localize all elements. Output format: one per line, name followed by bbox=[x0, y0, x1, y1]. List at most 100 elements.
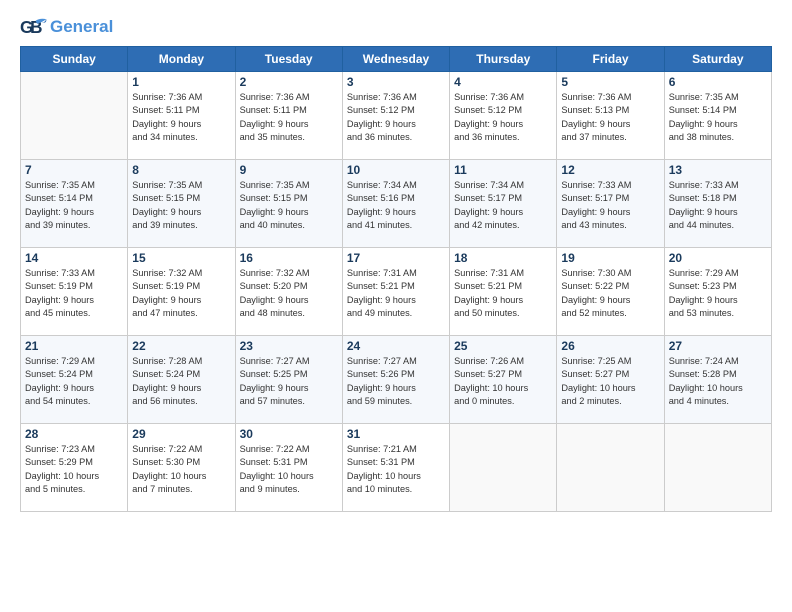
day-info: Sunrise: 7:23 AM Sunset: 5:29 PM Dayligh… bbox=[25, 443, 123, 496]
day-number: 14 bbox=[25, 251, 123, 265]
day-info: Sunrise: 7:32 AM Sunset: 5:20 PM Dayligh… bbox=[240, 267, 338, 320]
calendar-day-cell: 21Sunrise: 7:29 AM Sunset: 5:24 PM Dayli… bbox=[21, 336, 128, 424]
calendar-day-cell bbox=[557, 424, 664, 512]
day-number: 8 bbox=[132, 163, 230, 177]
weekday-header: Friday bbox=[557, 47, 664, 72]
day-number: 23 bbox=[240, 339, 338, 353]
calendar-week: 1 Sunrise: 7:36 AM Sunset: 5:11 PM Daylig… bbox=[21, 72, 772, 160]
day-info: Sunrise: 7:29 AM Sunset: 5:24 PM Dayligh… bbox=[25, 355, 123, 408]
header: G B General bbox=[20, 16, 772, 38]
calendar-day-cell: 23Sunrise: 7:27 AM Sunset: 5:25 PM Dayli… bbox=[235, 336, 342, 424]
day-info: Sunrise: 7:35 AM Sunset: 5:15 PM Dayligh… bbox=[240, 179, 338, 232]
day-number: 29 bbox=[132, 427, 230, 441]
day-info: Sunrise: 7:25 AM Sunset: 5:27 PM Dayligh… bbox=[561, 355, 659, 408]
calendar-day-cell: 8 Sunrise: 7:35 AM Sunset: 5:15 PM Daylig… bbox=[128, 160, 235, 248]
day-info: Sunrise: 7:29 AM Sunset: 5:23 PM Dayligh… bbox=[669, 267, 767, 320]
day-info: Sunrise: 7:21 AM Sunset: 5:31 PM Dayligh… bbox=[347, 443, 445, 496]
calendar-day-cell: 16 Sunrise: 7:32 AM Sunset: 5:20 PM Dayli… bbox=[235, 248, 342, 336]
day-number: 7 bbox=[25, 163, 123, 177]
day-info: Sunrise: 7:33 AM Sunset: 5:19 PM Dayligh… bbox=[25, 267, 123, 320]
day-number: 11 bbox=[454, 163, 552, 177]
day-info: Sunrise: 7:33 AM Sunset: 5:17 PM Dayligh… bbox=[561, 179, 659, 232]
day-info: Sunrise: 7:30 AM Sunset: 5:22 PM Dayligh… bbox=[561, 267, 659, 320]
calendar-week: 21Sunrise: 7:29 AM Sunset: 5:24 PM Dayli… bbox=[21, 336, 772, 424]
weekday-header: Sunday bbox=[21, 47, 128, 72]
calendar-day-cell: 1 Sunrise: 7:36 AM Sunset: 5:11 PM Daylig… bbox=[128, 72, 235, 160]
day-info: Sunrise: 7:36 AM Sunset: 5:12 PM Dayligh… bbox=[454, 91, 552, 144]
weekday-header: Monday bbox=[128, 47, 235, 72]
calendar-day-cell: 29 Sunrise: 7:22 AM Sunset: 5:30 PM Dayli… bbox=[128, 424, 235, 512]
day-number: 9 bbox=[240, 163, 338, 177]
calendar-day-cell: 10 Sunrise: 7:34 AM Sunset: 5:16 PM Dayli… bbox=[342, 160, 449, 248]
day-info: Sunrise: 7:36 AM Sunset: 5:12 PM Dayligh… bbox=[347, 91, 445, 144]
day-number: 25 bbox=[454, 339, 552, 353]
day-number: 27 bbox=[669, 339, 767, 353]
day-number: 28 bbox=[25, 427, 123, 441]
calendar-day-cell: 3 Sunrise: 7:36 AM Sunset: 5:12 PM Daylig… bbox=[342, 72, 449, 160]
day-number: 3 bbox=[347, 75, 445, 89]
calendar-day-cell: 30 Sunrise: 7:22 AM Sunset: 5:31 PM Dayli… bbox=[235, 424, 342, 512]
calendar-day-cell: 22 Sunrise: 7:28 AM Sunset: 5:24 PM Dayli… bbox=[128, 336, 235, 424]
day-number: 30 bbox=[240, 427, 338, 441]
calendar-day-cell: 31 Sunrise: 7:21 AM Sunset: 5:31 PM Dayli… bbox=[342, 424, 449, 512]
weekday-header: Saturday bbox=[664, 47, 771, 72]
day-number: 10 bbox=[347, 163, 445, 177]
logo: G B General bbox=[20, 16, 113, 38]
calendar-header: SundayMondayTuesdayWednesdayThursdayFrid… bbox=[21, 47, 772, 72]
day-info: Sunrise: 7:28 AM Sunset: 5:24 PM Dayligh… bbox=[132, 355, 230, 408]
day-info: Sunrise: 7:36 AM Sunset: 5:11 PM Dayligh… bbox=[240, 91, 338, 144]
calendar-body: 1 Sunrise: 7:36 AM Sunset: 5:11 PM Daylig… bbox=[21, 72, 772, 512]
weekday-header: Thursday bbox=[450, 47, 557, 72]
calendar-day-cell: 17 Sunrise: 7:31 AM Sunset: 5:21 PM Dayli… bbox=[342, 248, 449, 336]
calendar-day-cell: 27 Sunrise: 7:24 AM Sunset: 5:28 PM Dayli… bbox=[664, 336, 771, 424]
day-info: Sunrise: 7:22 AM Sunset: 5:31 PM Dayligh… bbox=[240, 443, 338, 496]
logo-text-line1: General bbox=[50, 18, 113, 36]
day-info: Sunrise: 7:31 AM Sunset: 5:21 PM Dayligh… bbox=[454, 267, 552, 320]
day-number: 17 bbox=[347, 251, 445, 265]
calendar-day-cell: 14 Sunrise: 7:33 AM Sunset: 5:19 PM Dayli… bbox=[21, 248, 128, 336]
calendar-day-cell: 28 Sunrise: 7:23 AM Sunset: 5:29 PM Dayli… bbox=[21, 424, 128, 512]
calendar-day-cell: 15 Sunrise: 7:32 AM Sunset: 5:19 PM Dayli… bbox=[128, 248, 235, 336]
calendar-day-cell: 2 Sunrise: 7:36 AM Sunset: 5:11 PM Daylig… bbox=[235, 72, 342, 160]
page: G B General SundayMondayTuesdayWednesday… bbox=[0, 0, 792, 612]
day-number: 18 bbox=[454, 251, 552, 265]
day-number: 26 bbox=[561, 339, 659, 353]
day-number: 13 bbox=[669, 163, 767, 177]
calendar-day-cell: 5Sunrise: 7:36 AM Sunset: 5:13 PM Daylig… bbox=[557, 72, 664, 160]
day-number: 15 bbox=[132, 251, 230, 265]
day-info: Sunrise: 7:24 AM Sunset: 5:28 PM Dayligh… bbox=[669, 355, 767, 408]
day-number: 6 bbox=[669, 75, 767, 89]
day-number: 22 bbox=[132, 339, 230, 353]
calendar-week: 14 Sunrise: 7:33 AM Sunset: 5:19 PM Dayli… bbox=[21, 248, 772, 336]
calendar-day-cell: 7 Sunrise: 7:35 AM Sunset: 5:14 PM Daylig… bbox=[21, 160, 128, 248]
calendar-day-cell: 12Sunrise: 7:33 AM Sunset: 5:17 PM Dayli… bbox=[557, 160, 664, 248]
day-info: Sunrise: 7:36 AM Sunset: 5:11 PM Dayligh… bbox=[132, 91, 230, 144]
day-info: Sunrise: 7:31 AM Sunset: 5:21 PM Dayligh… bbox=[347, 267, 445, 320]
day-info: Sunrise: 7:36 AM Sunset: 5:13 PM Dayligh… bbox=[561, 91, 659, 144]
calendar-day-cell: 26 Sunrise: 7:25 AM Sunset: 5:27 PM Dayli… bbox=[557, 336, 664, 424]
calendar-week: 7 Sunrise: 7:35 AM Sunset: 5:14 PM Daylig… bbox=[21, 160, 772, 248]
calendar-day-cell: 9 Sunrise: 7:35 AM Sunset: 5:15 PM Daylig… bbox=[235, 160, 342, 248]
day-number: 16 bbox=[240, 251, 338, 265]
weekday-header: Tuesday bbox=[235, 47, 342, 72]
calendar-day-cell: 25 Sunrise: 7:26 AM Sunset: 5:27 PM Dayli… bbox=[450, 336, 557, 424]
day-info: Sunrise: 7:35 AM Sunset: 5:14 PM Dayligh… bbox=[25, 179, 123, 232]
day-info: Sunrise: 7:22 AM Sunset: 5:30 PM Dayligh… bbox=[132, 443, 230, 496]
calendar-day-cell: 18 Sunrise: 7:31 AM Sunset: 5:21 PM Dayli… bbox=[450, 248, 557, 336]
day-number: 19 bbox=[561, 251, 659, 265]
day-number: 1 bbox=[132, 75, 230, 89]
day-info: Sunrise: 7:35 AM Sunset: 5:15 PM Dayligh… bbox=[132, 179, 230, 232]
day-number: 20 bbox=[669, 251, 767, 265]
calendar-table: SundayMondayTuesdayWednesdayThursdayFrid… bbox=[20, 46, 772, 512]
day-info: Sunrise: 7:26 AM Sunset: 5:27 PM Dayligh… bbox=[454, 355, 552, 408]
day-info: Sunrise: 7:27 AM Sunset: 5:26 PM Dayligh… bbox=[347, 355, 445, 408]
logo-icon: G B bbox=[20, 16, 48, 38]
calendar-day-cell: 13Sunrise: 7:33 AM Sunset: 5:18 PM Dayli… bbox=[664, 160, 771, 248]
day-number: 31 bbox=[347, 427, 445, 441]
calendar-day-cell: 6Sunrise: 7:35 AM Sunset: 5:14 PM Daylig… bbox=[664, 72, 771, 160]
day-info: Sunrise: 7:34 AM Sunset: 5:16 PM Dayligh… bbox=[347, 179, 445, 232]
day-number: 2 bbox=[240, 75, 338, 89]
calendar-week: 28 Sunrise: 7:23 AM Sunset: 5:29 PM Dayli… bbox=[21, 424, 772, 512]
calendar-day-cell bbox=[21, 72, 128, 160]
day-info: Sunrise: 7:32 AM Sunset: 5:19 PM Dayligh… bbox=[132, 267, 230, 320]
